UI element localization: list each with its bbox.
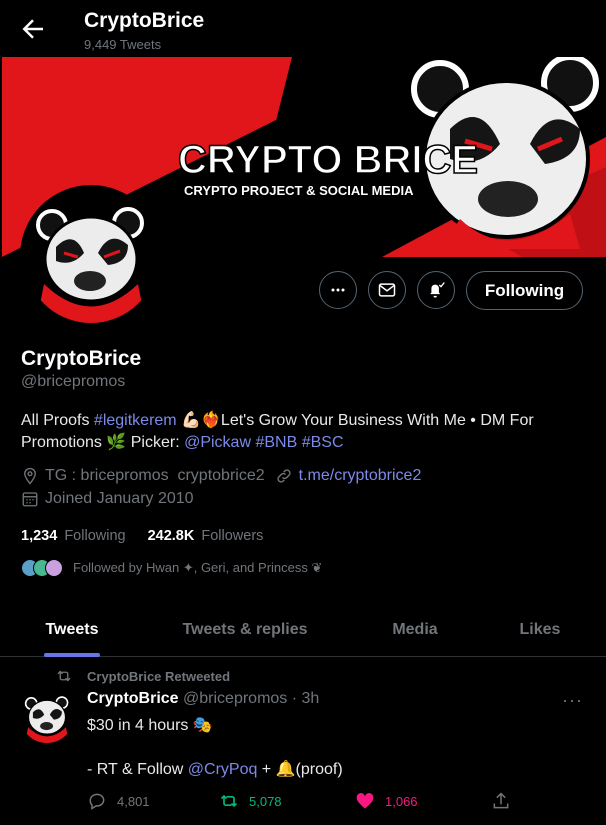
profile-name: CryptoBrice xyxy=(21,347,142,370)
like-count: 1,066 xyxy=(385,793,418,809)
followers-label: Followers xyxy=(201,528,264,544)
retweet-note-text: CryptoBrice Retweeted xyxy=(87,668,231,684)
tweet-text-line: - RT & Follow @CryPoq + 🔔(proof) xyxy=(87,759,343,779)
notifications-button[interactable] xyxy=(417,271,455,309)
banner-headline: CRYPTO BRICE xyxy=(178,138,478,182)
reply-icon xyxy=(89,793,105,810)
more-options-button[interactable] xyxy=(319,271,357,309)
tweet-handle-time: @bricepromos · 3h xyxy=(183,690,320,707)
hashtag-link[interactable]: #BSC xyxy=(302,434,344,451)
location-text: TG : bricepromos cryptobrice2 xyxy=(45,467,265,484)
joined-text: Joined January 2010 xyxy=(45,490,194,507)
tweet-count: 9,449 Tweets xyxy=(84,37,162,52)
profile-handle: @bricepromos xyxy=(21,373,126,390)
profile-bio: All Proofs #legitkerem 💪🏻❤️‍🔥Let's Grow … xyxy=(21,410,591,454)
hashtag-link[interactable]: #BNB xyxy=(255,434,297,451)
followed-by-row[interactable]: Followed by Hwan ✦, Geri, and Princess ❦ xyxy=(21,559,322,577)
more-dots-icon xyxy=(331,288,345,292)
tab-media[interactable]: Media xyxy=(370,603,460,657)
tweet-text: - RT & Follow xyxy=(87,761,188,778)
message-button[interactable] xyxy=(368,271,406,309)
tweet-text-line: $30 in 4 hours 🎭 xyxy=(87,717,213,734)
reply-button[interactable]: 4,801 xyxy=(87,791,150,811)
back-arrow-icon[interactable] xyxy=(18,14,48,44)
following-label: Following xyxy=(64,528,126,544)
avatar[interactable] xyxy=(20,689,74,743)
followers-count-link[interactable]: 242.8K Followers xyxy=(148,528,264,544)
following-button[interactable]: Following xyxy=(466,271,583,310)
tweet-header: CryptoBrice @bricepromos · 3h xyxy=(87,690,319,708)
profile-meta-joined: Joined January 2010 xyxy=(21,490,194,508)
following-count: 1,234 xyxy=(21,528,58,544)
banner-tagline: CRYPTO PROJECT & SOCIAL MEDIA xyxy=(184,183,414,198)
retweet-button[interactable]: 5,078 xyxy=(219,791,282,811)
calendar-icon xyxy=(22,492,38,507)
tweet-more-button[interactable]: ··· xyxy=(562,690,583,711)
hashtag-link[interactable]: #legitkerem xyxy=(94,412,177,429)
envelope-icon xyxy=(378,283,396,297)
profile-meta-location: TG : bricepromos cryptobrice2 t.me/crypt… xyxy=(21,467,421,485)
profile-tabs: Tweets Tweets & replies Media Likes xyxy=(0,603,606,657)
bell-check-icon xyxy=(430,282,445,298)
profile-avatar[interactable] xyxy=(20,185,162,327)
reply-count: 4,801 xyxy=(117,793,150,809)
tweet-author[interactable]: CryptoBrice xyxy=(87,690,179,707)
retweet-icon xyxy=(220,794,238,808)
link-icon xyxy=(277,469,291,483)
mention-link[interactable]: @CryPoq xyxy=(188,761,258,778)
location-pin-icon xyxy=(24,467,36,485)
header-title: CryptoBrice xyxy=(84,9,205,32)
heart-icon xyxy=(356,793,374,809)
retweet-note: CryptoBrice Retweeted xyxy=(55,667,230,685)
mention-link[interactable]: @Pickaw xyxy=(184,434,251,451)
avatar xyxy=(45,559,63,577)
tab-likes[interactable]: Likes xyxy=(500,603,580,657)
top-bar: CryptoBrice 9,449 Tweets xyxy=(0,0,606,57)
retweet-icon xyxy=(57,670,71,682)
retweet-count: 5,078 xyxy=(249,793,282,809)
share-button[interactable] xyxy=(491,791,521,811)
tweet-actions: 4,801 5,078 1,066 xyxy=(87,791,517,817)
followers-count: 242.8K xyxy=(147,528,195,544)
like-button[interactable]: 1,066 xyxy=(355,791,418,811)
following-count-link[interactable]: 1,234 Following xyxy=(21,528,126,544)
share-icon xyxy=(493,792,509,809)
bio-text: All Proofs xyxy=(21,412,94,429)
tweet-text: + 🔔(proof) xyxy=(257,761,343,778)
profile-url-link[interactable]: t.me/cryptobrice2 xyxy=(299,467,422,485)
followed-by-text: Followed by Hwan ✦, Geri, and Princess ❦ xyxy=(73,560,323,575)
active-tab-indicator xyxy=(44,653,100,657)
follow-counts: 1,234 Following 242.8K Followers xyxy=(21,528,263,544)
tab-tweets-replies[interactable]: Tweets & replies xyxy=(160,603,330,657)
tab-tweets[interactable]: Tweets xyxy=(20,603,124,657)
